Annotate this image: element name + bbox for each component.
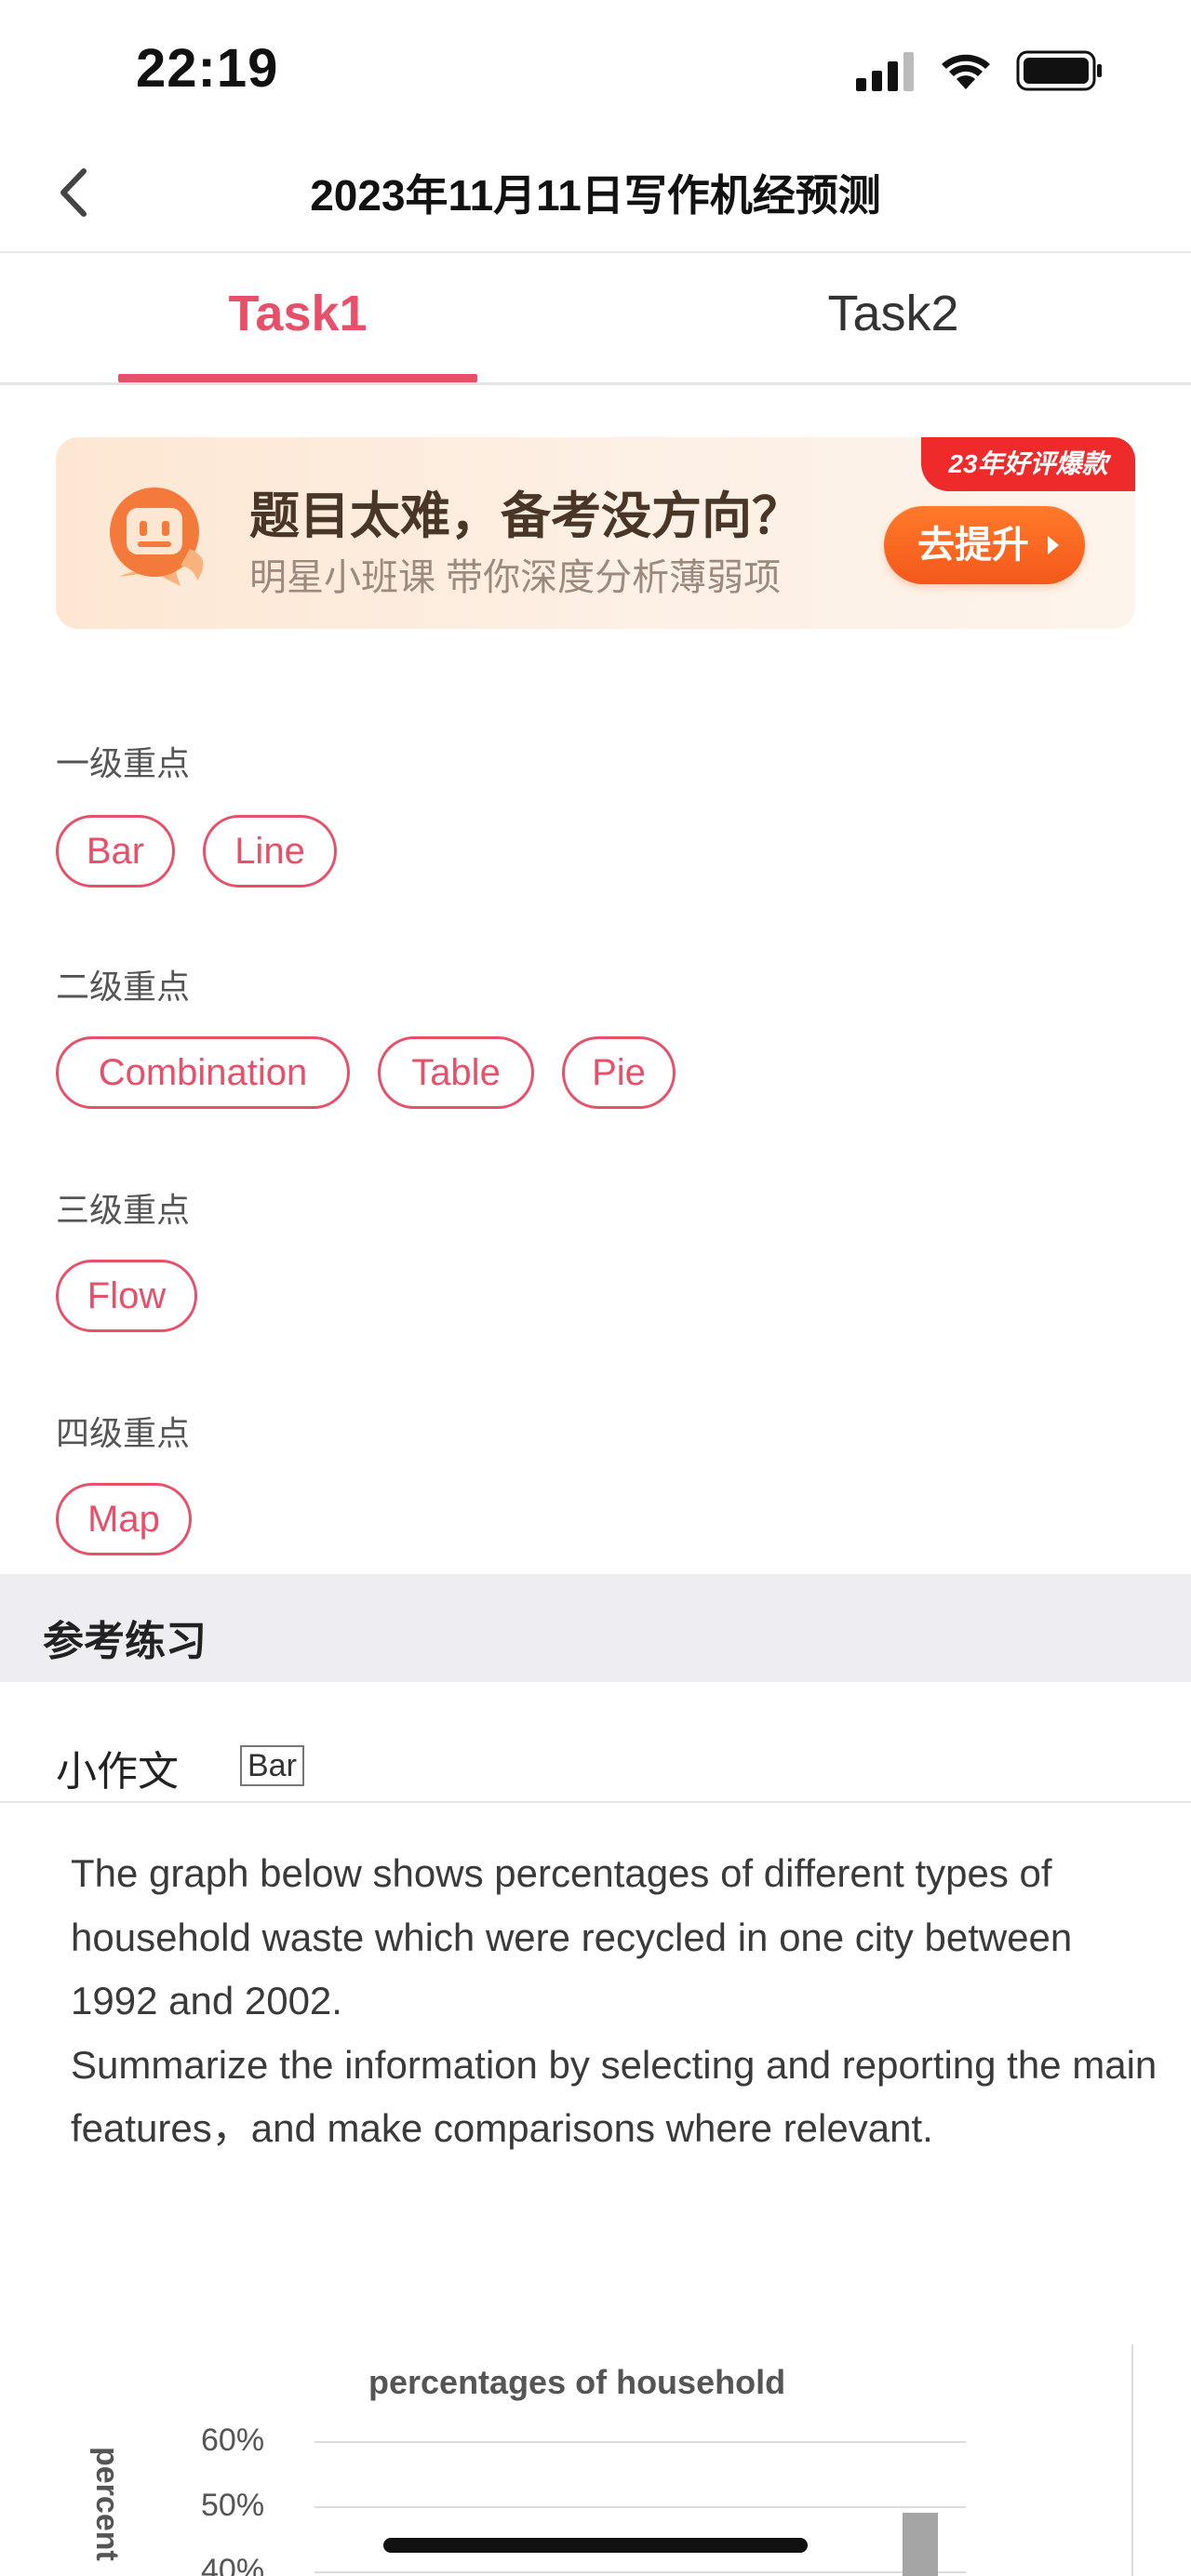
y-tick-label: 50% xyxy=(201,2488,265,2523)
tag-pie[interactable]: Pie xyxy=(562,1036,676,1109)
nav-bar: 2023年11月11日写作机经预测 xyxy=(0,140,1191,253)
chart-bar xyxy=(903,2513,938,2576)
essay-prompt: The graph below shows percentages of dif… xyxy=(71,1842,1169,2161)
gridline xyxy=(314,2441,966,2443)
reference-section-header: 参考练习 xyxy=(0,1574,1191,1682)
status-bar: 22:19 xyxy=(0,0,1191,140)
page-title: 2023年11月11日写作机经预测 xyxy=(310,171,881,220)
tag-flow[interactable]: Flow xyxy=(56,1260,197,1332)
chart-title: percentages of household xyxy=(368,2363,786,2401)
tag-line[interactable]: Line xyxy=(203,815,337,888)
home-indicator xyxy=(383,2538,808,2553)
signal-icon xyxy=(856,52,914,91)
tab-bar: Task1 Task2 xyxy=(0,253,1191,385)
level-1-label: 一级重点 xyxy=(56,744,191,782)
promo-banner[interactable]: 题目太难，备考没方向？ 明星小班课 带你深度分析薄弱项 23年好评爆款 去提升 xyxy=(56,437,1135,629)
active-tab-indicator xyxy=(118,374,477,382)
chart-border xyxy=(1131,2344,1133,2576)
chart-y-axis-label-secondary: wa xyxy=(74,2530,80,2573)
tab-task2[interactable]: Task2 xyxy=(707,285,1079,342)
level-4-label: 四级重点 xyxy=(56,1414,191,1452)
tag-combination[interactable]: Combination xyxy=(56,1036,350,1109)
improve-button-label: 去提升 xyxy=(917,525,1029,566)
course-logo-icon xyxy=(110,487,204,586)
prompt-paragraph-2: Summarize the information by selecting a… xyxy=(71,2042,1158,2151)
play-arrow-icon xyxy=(1048,536,1059,554)
wifi-icon xyxy=(942,54,990,89)
banner-badge: 23年好评爆款 xyxy=(921,437,1135,491)
essay-type-tag: Bar xyxy=(240,1745,304,1786)
status-icons xyxy=(856,50,1102,91)
essay-row: 小作文 Bar xyxy=(0,1682,1191,1803)
prompt-paragraph-1: The graph below shows percentages of dif… xyxy=(71,1851,1073,2022)
level-3-label: 三级重点 xyxy=(56,1191,191,1229)
chart-y-axis-label: percent xyxy=(89,2447,125,2561)
gridline xyxy=(314,2506,966,2508)
banner-title: 题目太难，备考没方向？ xyxy=(249,488,802,544)
tag-table[interactable]: Table xyxy=(378,1036,534,1109)
y-tick-label: 40% xyxy=(201,2553,265,2576)
tab-task1[interactable]: Task1 xyxy=(112,285,484,342)
y-tick-label: 60% xyxy=(201,2423,265,2458)
improve-button[interactable]: 去提升 xyxy=(884,506,1085,584)
essay-title: 小作文 xyxy=(56,1749,179,1795)
banner-subtitle: 明星小班课 带你深度分析薄弱项 xyxy=(249,557,782,598)
gridline xyxy=(314,2571,966,2573)
level-2-label: 二级重点 xyxy=(56,968,191,1006)
status-time: 22:19 xyxy=(136,38,279,99)
tag-bar[interactable]: Bar xyxy=(56,815,175,888)
battery-icon xyxy=(1016,50,1102,91)
reference-section-title: 参考练习 xyxy=(43,1619,207,1664)
tag-map[interactable]: Map xyxy=(56,1483,192,1555)
